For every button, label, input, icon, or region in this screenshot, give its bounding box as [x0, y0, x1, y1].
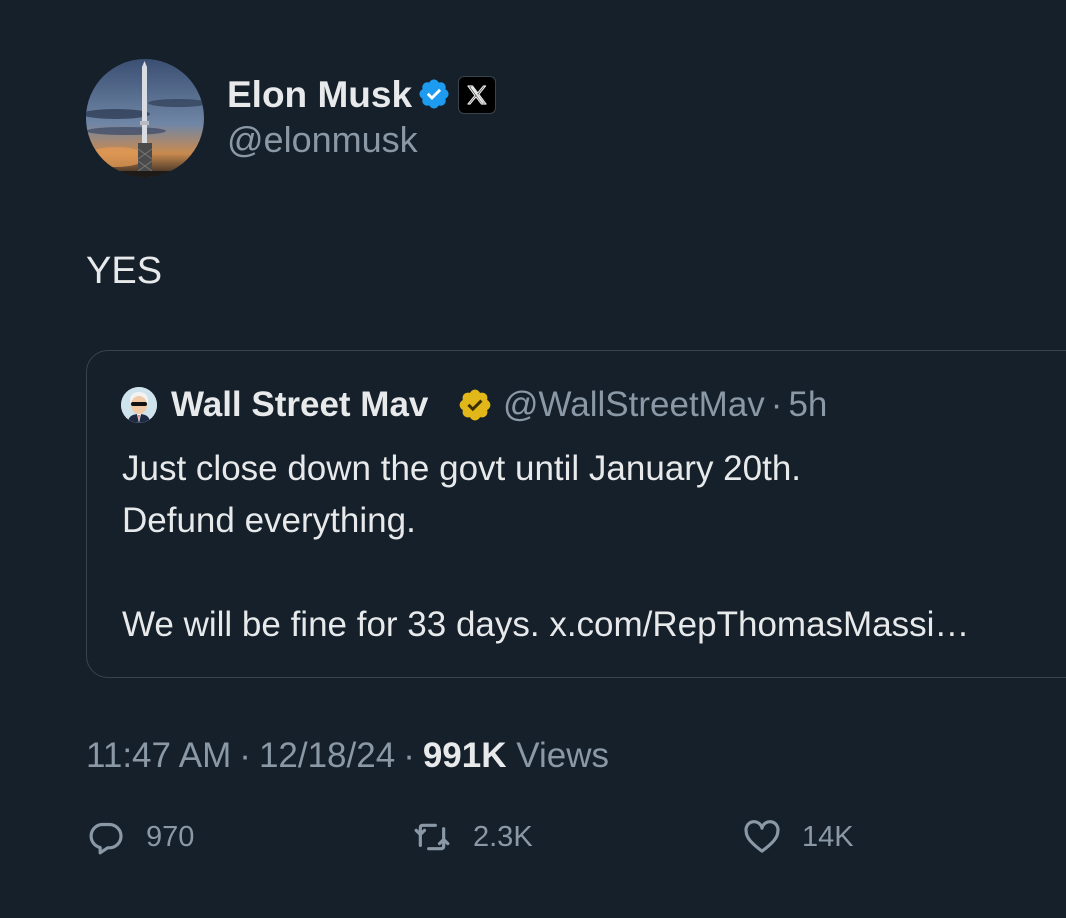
verified-badge-icon	[419, 79, 449, 109]
quoted-author-avatar[interactable]	[121, 387, 157, 423]
author-avatar[interactable]	[86, 59, 204, 177]
tweet-time[interactable]: 11:47 AM	[86, 736, 231, 775]
like-count: 14K	[802, 820, 854, 853]
author-handle[interactable]: @elonmusk	[227, 116, 418, 164]
reply-count: 970	[146, 820, 195, 853]
x-logo-icon	[467, 85, 487, 105]
like-button[interactable]: 14K	[742, 812, 854, 862]
starship-avatar-image	[86, 59, 204, 177]
tweet-text: YES	[86, 250, 163, 292]
repost-count: 2.3K	[473, 820, 533, 853]
quoted-meta: @WallStreetMav · 5h	[503, 382, 827, 428]
reply-button[interactable]: 970	[86, 812, 194, 862]
quoted-meta-separator: ·	[770, 385, 783, 424]
views-count[interactable]: 991K	[423, 736, 507, 775]
heart-icon	[744, 820, 780, 853]
tweet-date[interactable]: 12/18/24	[259, 736, 395, 775]
repost-icon	[414, 823, 450, 851]
quoted-tweet-text: Just close down the govt until January 2…	[122, 449, 970, 644]
quoted-author-name[interactable]: Wall Street Mav	[171, 382, 428, 428]
quoted-age[interactable]: 5h	[788, 385, 827, 424]
author-name[interactable]: Elon Musk	[227, 70, 412, 120]
meta-separator: ·	[239, 736, 251, 775]
meta-separator: ·	[403, 736, 415, 775]
repost-button[interactable]: 2.3K	[411, 812, 533, 862]
cartoon-man-avatar-image	[121, 387, 157, 423]
quoted-tweet-card[interactable]: Wall Street Mav @WallStreetMav · 5h Just c…	[86, 350, 1066, 678]
reply-icon	[89, 822, 123, 855]
views-label: Views	[516, 736, 609, 775]
gold-verified-badge-icon	[459, 389, 491, 421]
quoted-author-handle[interactable]: @WallStreetMav	[503, 385, 765, 424]
tweet-detail: Elon Musk @elonmusk YES Wall Street Mav	[0, 0, 1066, 918]
tweet-meta: 11:47 AM · 12/18/24 · 991K Views	[86, 733, 609, 779]
x-affiliate-badge[interactable]	[458, 76, 496, 114]
